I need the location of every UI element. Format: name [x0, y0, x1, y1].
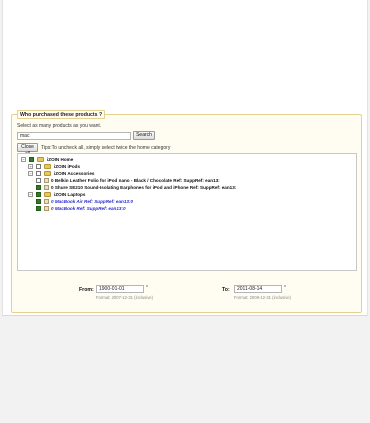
- product-filter-panel: Who purchased these products ? Select as…: [11, 110, 362, 313]
- folder-icon: [37, 157, 44, 162]
- category-checkbox[interactable]: [36, 164, 41, 169]
- required-mark: *: [284, 285, 286, 291]
- product-search-input[interactable]: [17, 132, 131, 140]
- collapse-icon[interactable]: −: [21, 157, 26, 162]
- from-date-input[interactable]: [96, 285, 144, 293]
- product-label[interactable]: 0 MacBook Air Ref: SuppRef: ean13:0: [51, 198, 133, 205]
- category-label[interactable]: iZOIN Laptops: [54, 191, 85, 198]
- product-label[interactable]: 0 Shure SE210 Sound-Isolating Earphones …: [51, 184, 236, 191]
- collapse-icon[interactable]: −: [28, 192, 33, 197]
- category-checkbox[interactable]: [29, 157, 34, 162]
- file-icon: [44, 178, 49, 183]
- instructions-text: Select as many products as you want.: [17, 123, 102, 129]
- to-date-input[interactable]: [234, 285, 282, 293]
- product-checkbox[interactable]: [36, 199, 41, 204]
- collapse-icon[interactable]: −: [28, 171, 33, 176]
- file-icon: [44, 206, 49, 211]
- required-mark: *: [146, 285, 148, 291]
- tips-text: Tips:To uncheck all, simply select twice…: [41, 145, 171, 151]
- product-checkbox[interactable]: [36, 185, 41, 190]
- folder-icon: [44, 192, 51, 197]
- category-label[interactable]: iZOIN Home: [47, 156, 73, 163]
- search-button[interactable]: Search: [133, 131, 155, 140]
- product-checkbox[interactable]: [36, 178, 41, 183]
- category-label[interactable]: iZOIN Accessories: [54, 170, 94, 177]
- from-date-hint: Format: 2007-12-31 (inclusive): [96, 295, 154, 300]
- category-tree: − iZOIN Home + iZOIN iPods − iZOIN Acces…: [17, 153, 357, 271]
- panel-legend: Who purchased these products ?: [17, 110, 106, 119]
- product-label[interactable]: 0 MacBook Ref: SuppRef: ean13:0: [51, 205, 126, 212]
- folder-icon: [44, 164, 51, 169]
- to-label: To:: [222, 287, 230, 293]
- category-checkbox[interactable]: [36, 192, 41, 197]
- expand-icon[interactable]: +: [28, 164, 33, 169]
- product-checkbox[interactable]: [36, 206, 41, 211]
- from-label: From:: [79, 287, 94, 293]
- close-all-button[interactable]: Close all: [17, 143, 38, 157]
- folder-icon: [44, 171, 51, 176]
- category-label[interactable]: iZOIN iPods: [54, 163, 80, 170]
- file-icon: [44, 185, 49, 190]
- category-checkbox[interactable]: [36, 171, 41, 176]
- to-date-hint: Format: 2008-12-31 (inclusive): [234, 295, 292, 300]
- product-label[interactable]: 0 Belkin Leather Folio for iPod nano - B…: [51, 177, 220, 184]
- page-content: Who purchased these products ? Select as…: [2, 0, 368, 316]
- file-icon: [44, 199, 49, 204]
